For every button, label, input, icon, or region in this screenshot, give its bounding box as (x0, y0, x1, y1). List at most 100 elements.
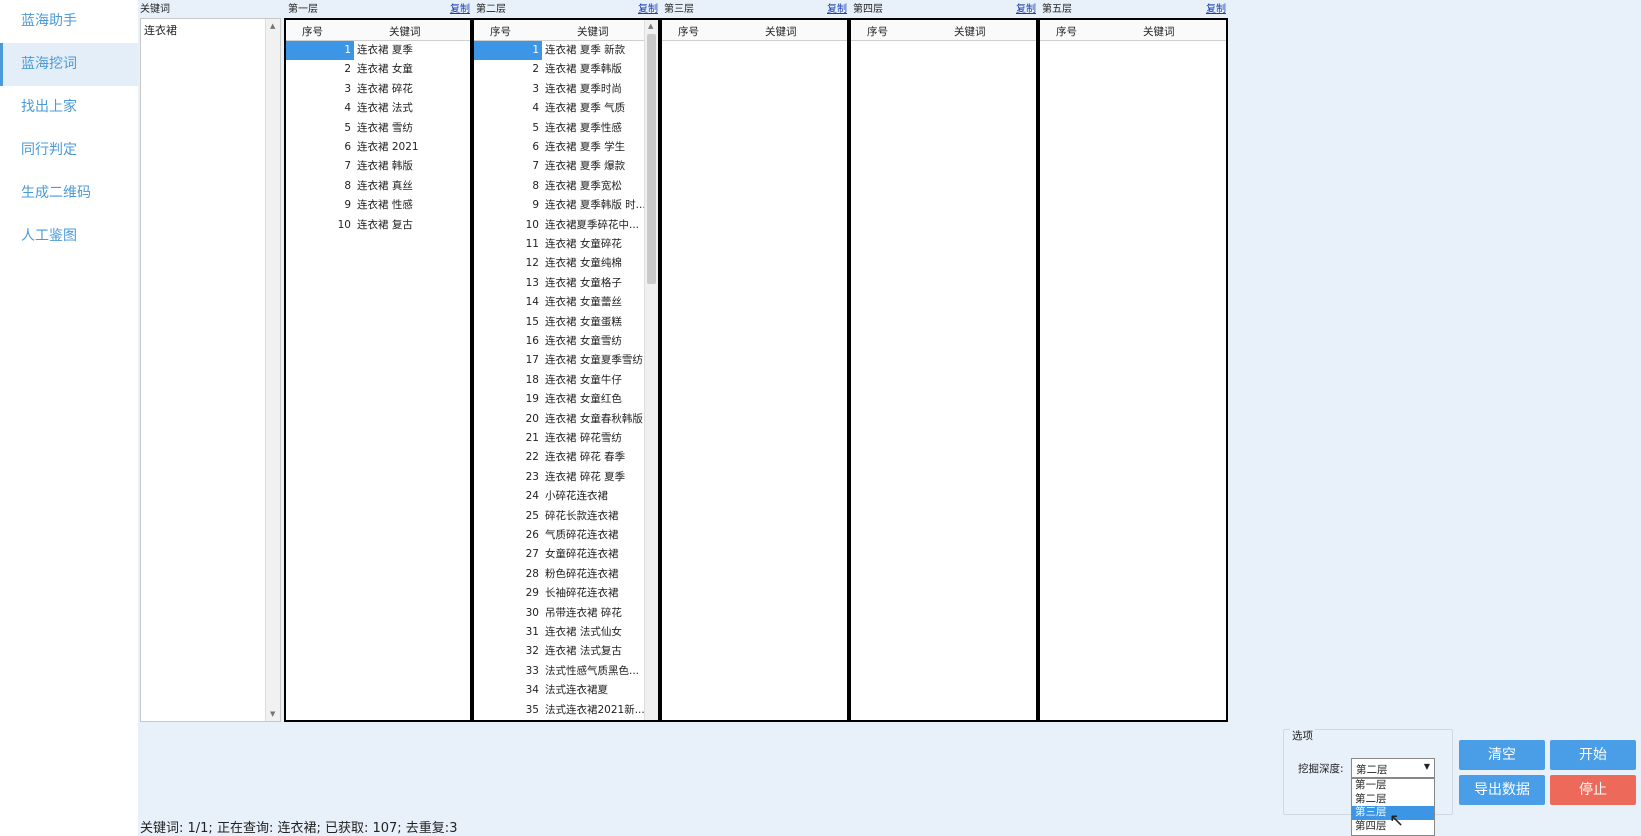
table-row[interactable]: 15 连衣裙 女童蛋糕 (474, 313, 658, 332)
stop-button[interactable]: 停止 (1550, 775, 1636, 805)
row-index: 20 (525, 412, 539, 425)
table-row[interactable]: 5 连衣裙 夏季性感 (474, 119, 658, 138)
table-row[interactable]: 23 连衣裙 碎花 夏季 (474, 468, 658, 487)
layer-panel[interactable]: 序号 关键词 (849, 18, 1038, 722)
table-row[interactable]: 22 连衣裙 碎花 春季 (474, 448, 658, 467)
row-keyword: 连衣裙 女童雪纺 (545, 335, 622, 347)
table-row[interactable]: 21 连衣裙 碎花雪纺 (474, 429, 658, 448)
row-index: 14 (525, 296, 539, 309)
table-row[interactable]: 35 法式连衣裙2021新... (474, 701, 658, 720)
chevron-down-icon[interactable]: ▼ (1424, 762, 1430, 771)
keyword-input-list[interactable]: 连衣裙 ▲ ▼ (140, 18, 281, 722)
table-row[interactable]: 16 连衣裙 女童雪纺 (474, 332, 658, 351)
table-row[interactable]: 5 连衣裙 雪纺 (286, 119, 470, 138)
copy-link[interactable]: 复制 (1206, 2, 1226, 17)
depth-select[interactable]: 第二层 ▼ (1351, 758, 1435, 778)
copy-link[interactable]: 复制 (638, 2, 658, 17)
scroll-up-icon[interactable]: ▲ (648, 22, 653, 30)
table-row[interactable]: 1 连衣裙 夏季 新款 (474, 41, 658, 60)
layer-title: 第一层 (288, 4, 318, 15)
row-keyword: 气质碎花连衣裙 (545, 529, 619, 541)
row-keyword: 连衣裙 法式 (357, 102, 413, 115)
table-row[interactable]: 4 连衣裙 夏季 气质 (474, 99, 658, 118)
layer-panel[interactable]: 序号 关键词 1 连衣裙 夏季 2 连衣裙 女童 3 连衣裙 碎花 4 连衣裙 法式 5 连衣裙 雪纺… (284, 18, 472, 722)
table-row[interactable]: 8 连衣裙 真丝 (286, 177, 470, 196)
sidebar-item-find-supplier[interactable]: 找出上家 (0, 86, 138, 129)
table-row[interactable]: 33 法式性感气质黑色... (474, 662, 658, 681)
table-row[interactable]: 10 连衣裙 复古 (286, 216, 470, 235)
keyword-column-header: 关键词 (138, 2, 281, 17)
depth-select-value: 第二层 (1356, 764, 1388, 776)
table-row[interactable]: 3 连衣裙 碎花 (286, 80, 470, 99)
depth-option[interactable]: 第一层 (1352, 779, 1434, 793)
table-row[interactable]: 8 连衣裙 夏季宽松 (474, 177, 658, 196)
table-header: 序号 关键词 (1040, 20, 1226, 41)
sidebar-item-qr-code[interactable]: 生成二维码 (0, 172, 138, 215)
table-row[interactable]: 29 长袖碎花连衣裙 (474, 584, 658, 603)
table-row[interactable]: 14 连衣裙 女童蕾丝 (474, 293, 658, 312)
scroll-up-icon[interactable]: ▲ (270, 22, 275, 30)
table-row[interactable]: 18 连衣裙 女童牛仔 (474, 371, 658, 390)
table-row[interactable]: 30 吊带连衣裙 碎花 (474, 604, 658, 623)
sidebar-item-manual-image-check[interactable]: 人工鉴图 (0, 215, 138, 258)
table-row[interactable]: 7 连衣裙 韩版 (286, 157, 470, 176)
table-row[interactable]: 27 女童碎花连衣裙 (474, 545, 658, 564)
table-row[interactable]: 28 粉色碎花连衣裙 (474, 565, 658, 584)
table-row[interactable]: 25 碎花长款连衣裙 (474, 507, 658, 526)
sidebar-item-lanhai-keywords[interactable]: 蓝海挖词 (0, 43, 138, 86)
copy-link[interactable]: 复制 (450, 2, 470, 17)
row-index: 1 (286, 41, 354, 60)
row-keyword: 长袖碎花连衣裙 (545, 587, 619, 600)
table-row[interactable]: 2 连衣裙 女童 (286, 60, 470, 79)
table-row[interactable]: 10 连衣裙夏季碎花中... (474, 216, 658, 235)
column-header-keyword: 关键词 (389, 26, 421, 38)
table-row[interactable]: 9 连衣裙 夏季韩版 时... (474, 196, 658, 215)
table-row[interactable]: 20 连衣裙 女童春秋韩版 (474, 410, 658, 429)
table-row[interactable]: 11 连衣裙 女童碎花 (474, 235, 658, 254)
layer-header: 第二层 复制 (474, 2, 662, 17)
copy-link[interactable]: 复制 (827, 2, 847, 17)
sidebar-item-peer-check[interactable]: 同行判定 (0, 129, 138, 172)
layer-panel[interactable]: 序号 关键词 (1038, 18, 1228, 722)
table-row[interactable]: 4 连衣裙 法式 (286, 99, 470, 118)
table-row[interactable]: 19 连衣裙 女童红色 (474, 390, 658, 409)
start-button[interactable]: 开始 (1550, 740, 1636, 770)
main-area: 关键词 连衣裙 ▲ ▼ 第一层 复制 序号 关键词 1 连衣裙 夏季 2 连衣裙 女童 3 连衣裙… (138, 0, 1641, 722)
table-row[interactable]: 26 气质碎花连衣裙 (474, 526, 658, 545)
column-header-index: 序号 (302, 26, 323, 38)
row-keyword: 小碎花连衣裙 (545, 490, 608, 503)
scroll-down-icon[interactable]: ▼ (270, 710, 275, 718)
table-row[interactable]: 7 连衣裙 夏季 爆款 (474, 157, 658, 176)
table-row[interactable]: 1 连衣裙 夏季 (286, 41, 470, 60)
sidebar-item-lanhai-helper[interactable]: 蓝海助手 (0, 0, 138, 43)
layer-panel[interactable]: 序号 关键词 1 连衣裙 夏季 新款 2 连衣裙 夏季韩版 3 连衣裙 夏季时尚 4 连衣裙 夏季… (472, 18, 660, 722)
table-row[interactable]: 3 连衣裙 夏季时尚 (474, 80, 658, 99)
row-index: 28 (525, 567, 539, 580)
layer-scrollbar[interactable]: ▲ (644, 20, 658, 720)
layer-title: 第五层 (1042, 4, 1072, 15)
row-keyword: 连衣裙 夏季时尚 (545, 82, 622, 95)
clear-button[interactable]: 清空 (1459, 740, 1545, 770)
copy-link[interactable]: 复制 (1016, 2, 1036, 17)
export-data-button[interactable]: 导出数据 (1459, 775, 1545, 805)
table-row[interactable]: 24 小碎花连衣裙 (474, 487, 658, 506)
keyword-entry[interactable]: 连衣裙 (141, 19, 280, 41)
table-row[interactable]: 32 连衣裙 法式复古 (474, 642, 658, 661)
depth-option[interactable]: 第二层 (1352, 793, 1434, 807)
row-keyword: 连衣裙 女童春秋韩版 (545, 412, 643, 425)
row-index: 11 (525, 238, 539, 250)
table-row[interactable]: 12 连衣裙 女童纯棉 (474, 254, 658, 273)
row-index: 24 (525, 490, 539, 503)
table-row[interactable]: 17 连衣裙 女童夏季雪纺 (474, 351, 658, 370)
keyword-list-scrollbar[interactable]: ▲ ▼ (265, 19, 280, 721)
table-row[interactable]: 6 连衣裙 2021 (286, 138, 470, 157)
row-index: 22 (525, 451, 539, 464)
table-row[interactable]: 13 连衣裙 女童格子 (474, 274, 658, 293)
table-row[interactable]: 6 连衣裙 夏季 学生 (474, 138, 658, 157)
scrollbar-thumb[interactable] (647, 34, 656, 284)
table-row[interactable]: 9 连衣裙 性感 (286, 196, 470, 215)
layer-panel[interactable]: 序号 关键词 (660, 18, 849, 722)
table-row[interactable]: 34 法式连衣裙夏 (474, 681, 658, 700)
table-row[interactable]: 31 连衣裙 法式仙女 (474, 623, 658, 642)
table-row[interactable]: 2 连衣裙 夏季韩版 (474, 60, 658, 79)
